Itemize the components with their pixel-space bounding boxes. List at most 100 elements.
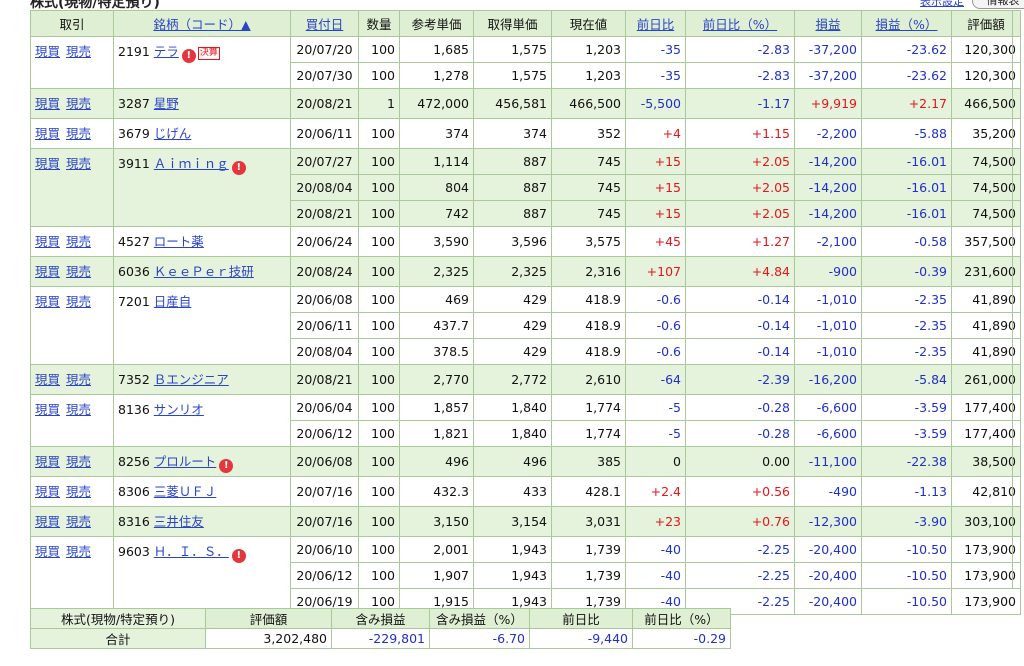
sell-link[interactable]: 現売 — [66, 156, 91, 171]
sell-link[interactable]: 現売 — [66, 372, 91, 387]
col-change-pct-sort[interactable]: 前日比（%） — [685, 10, 795, 37]
current-price: 1,774 — [551, 394, 626, 421]
quantity: 100 — [358, 286, 400, 313]
sell-link[interactable]: 現売 — [66, 484, 91, 499]
sell-link[interactable]: 現売 — [66, 44, 91, 59]
buy-link[interactable]: 現買 — [35, 372, 60, 387]
purchase-date: 20/08/21 — [290, 200, 359, 227]
sell-link[interactable]: 現売 — [66, 126, 91, 141]
ref-price: 472,000 — [399, 88, 474, 119]
alert-icon[interactable]: ! — [231, 161, 246, 175]
sort-change-pct-link[interactable]: 前日比（%） — [703, 17, 777, 32]
col-date-sort[interactable]: 買付日 — [290, 10, 359, 37]
sort-name-link[interactable]: 銘柄（コード）▲ — [153, 17, 250, 32]
sort-change-link[interactable]: 前日比 — [637, 17, 675, 32]
buy-link[interactable]: 現買 — [35, 484, 60, 499]
buy-link[interactable]: 現買 — [35, 454, 60, 469]
stock-name-link[interactable]: ロート薬 — [154, 234, 204, 249]
stock-code: 8306 — [118, 484, 150, 499]
buy-link[interactable]: 現買 — [35, 514, 60, 529]
buy-link[interactable]: 現買 — [35, 44, 60, 59]
header-row: 取引 銘柄（コード）▲ 買付日 数量 参考単価 取得単価 現在値 前日比 前日比… — [30, 10, 1021, 37]
sell-link[interactable]: 現売 — [66, 264, 91, 279]
display-settings-link[interactable]: 表示設定 — [920, 0, 964, 9]
sell-link[interactable]: 現売 — [66, 96, 91, 111]
col-pl-sort[interactable]: 損益 — [794, 10, 862, 37]
buy-link[interactable]: 現買 — [35, 544, 60, 559]
alert-icon[interactable]: ! — [181, 49, 196, 63]
col-trade: 取引 — [30, 10, 114, 37]
profit-loss: -900 — [794, 256, 862, 287]
stock-name-link[interactable]: じげん — [154, 126, 192, 141]
purchase-date: 20/07/20 — [290, 36, 359, 63]
buy-link[interactable]: 現買 — [35, 294, 60, 309]
stock-name-link[interactable]: 日産自 — [154, 294, 192, 309]
sort-pl-link[interactable]: 損益 — [815, 17, 840, 32]
sell-link[interactable]: 現売 — [66, 454, 91, 469]
ref-price: 2,770 — [399, 364, 474, 395]
cost-price: 3,596 — [473, 226, 552, 257]
stock-name-link[interactable]: Ｂエンジニア — [154, 372, 229, 387]
alert-icon[interactable]: ! — [231, 549, 246, 563]
holding-row: 現買 現売 7352 Ｂエンジニア 20/08/21 100 2,770 2,772 2,61… — [30, 364, 1021, 395]
purchase-date: 20/08/04 — [290, 174, 359, 201]
sort-pl-pct-link[interactable]: 損益（%） — [876, 17, 938, 32]
stock-name-link[interactable]: Ｈ．Ｉ．Ｓ． — [154, 544, 229, 559]
quantity: 100 — [358, 420, 400, 447]
col-change-sort[interactable]: 前日比 — [625, 10, 686, 37]
ref-price: 1,907 — [399, 562, 474, 589]
profit-loss: -14,200 — [794, 200, 862, 227]
sell-link[interactable]: 現売 — [66, 294, 91, 309]
day-change: -5 — [625, 394, 686, 421]
buy-link[interactable]: 現買 — [35, 156, 60, 171]
day-change: -5,500 — [625, 88, 686, 119]
stock-name-link[interactable]: テラ — [154, 44, 179, 59]
buy-link[interactable]: 現買 — [35, 126, 60, 141]
stock-name-link[interactable]: Ａｉｍｉｎｇ — [154, 156, 229, 171]
sell-link[interactable]: 現売 — [66, 402, 91, 417]
buy-link[interactable]: 現買 — [35, 96, 60, 111]
stock-cell: 9603 Ｈ．Ｉ．Ｓ．! — [113, 536, 291, 615]
sell-link[interactable]: 現売 — [66, 544, 91, 559]
day-change-pct: +1.15 — [685, 118, 795, 149]
buy-link[interactable]: 現買 — [35, 402, 60, 417]
purchase-date: 20/07/16 — [290, 506, 359, 537]
profit-loss: +9,919 — [794, 88, 862, 119]
sell-link[interactable]: 現売 — [66, 514, 91, 529]
summary-label-bottom: 合計 — [30, 628, 206, 649]
buy-link[interactable]: 現買 — [35, 234, 60, 249]
buy-link[interactable]: 現買 — [35, 264, 60, 279]
sell-link[interactable]: 現売 — [66, 234, 91, 249]
info-button[interactable]: 情報表 — [972, 0, 1024, 9]
day-change-pct: +1.27 — [685, 226, 795, 257]
quantity: 100 — [358, 364, 400, 395]
day-change: -0.6 — [625, 338, 686, 365]
trade-ops-cell: 現買 現売 — [30, 148, 114, 227]
trade-ops-cell: 現買 現売 — [30, 118, 114, 149]
stock-name-link[interactable]: 三菱ＵＦＪ — [154, 484, 217, 499]
summary-change: -9,440 — [529, 628, 633, 649]
stock-name-link[interactable]: ＫｅｅＰｅｒ技研 — [154, 264, 254, 279]
day-change: +15 — [625, 148, 686, 175]
holding-row: 現買 現売 3679 じげん 20/06/11 100 374 374 352 +4 +1.15-… — [30, 118, 1021, 149]
day-change-pct: +4.84 — [685, 256, 795, 287]
stock-name-link[interactable]: サンリオ — [154, 402, 204, 417]
profit-loss: -2,200 — [794, 118, 862, 149]
col-ref-price: 参考単価 — [399, 10, 474, 37]
col-pl-pct-sort[interactable]: 損益（%） — [861, 10, 952, 37]
profit-loss-pct: -22.38 — [861, 446, 952, 477]
stock-name-link[interactable]: プロルート — [154, 454, 217, 469]
profit-loss: -1,010 — [794, 338, 862, 365]
sort-date-link[interactable]: 買付日 — [306, 17, 344, 32]
profit-loss-pct: -16.01 — [861, 148, 952, 175]
stock-name-link[interactable]: 星野 — [154, 96, 179, 111]
summary-value-row: 合計 3,202,480 -229,801 -6.70 -9,440 -0.29 — [30, 628, 731, 649]
stock-name-link[interactable]: 三井住友 — [154, 514, 204, 529]
alert-icon[interactable]: ! — [219, 459, 234, 473]
earnings-badge[interactable]: 決算 — [197, 47, 220, 60]
col-name-sort[interactable]: 銘柄（コード）▲ — [113, 10, 291, 37]
current-price: 466,500 — [551, 88, 626, 119]
stock-code: 8256 — [118, 454, 150, 469]
purchase-date: 20/08/24 — [290, 256, 359, 287]
day-change-pct: -2.25 — [685, 562, 795, 589]
